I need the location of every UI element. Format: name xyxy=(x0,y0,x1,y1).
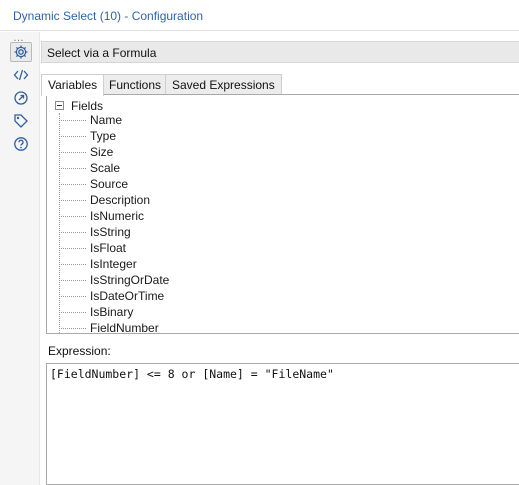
expression-label: Expression: xyxy=(48,344,111,358)
tag-button[interactable] xyxy=(10,111,32,131)
tag-icon xyxy=(14,114,28,128)
help-icon xyxy=(14,137,28,151)
tab-saved-expressions[interactable]: Saved Expressions xyxy=(165,74,282,95)
tree-root-label: Fields xyxy=(71,99,104,113)
tab-variables[interactable]: Variables xyxy=(41,74,105,96)
select-mode-label: Select via a Formula xyxy=(47,46,157,60)
select-mode-dropdown[interactable]: Select via a Formula xyxy=(41,41,519,63)
gear-icon xyxy=(14,45,28,59)
expression-text[interactable]: [FieldNumber] <= 8 or [Name] = "FileName… xyxy=(50,367,334,381)
tab-functions[interactable]: Functions xyxy=(102,74,169,95)
help-button[interactable] xyxy=(10,134,32,154)
sidebar: … xyxy=(0,32,40,485)
expression-editor[interactable]: [FieldNumber] <= 8 or [Name] = "FileName… xyxy=(46,363,519,485)
tree-connector-line xyxy=(59,113,60,333)
title-bar: Dynamic Select (10) - Configuration xyxy=(0,0,519,31)
annotation-button[interactable] xyxy=(10,88,32,108)
code-icon xyxy=(13,69,29,81)
fields-tree[interactable]: Fields Name Type Size Scale Source Descr… xyxy=(46,94,519,334)
window-title: Dynamic Select (10) - Configuration xyxy=(13,9,204,23)
configuration-button[interactable] xyxy=(10,42,32,62)
target-icon xyxy=(14,91,28,105)
collapse-icon[interactable] xyxy=(55,101,64,110)
code-button[interactable] xyxy=(10,65,32,85)
